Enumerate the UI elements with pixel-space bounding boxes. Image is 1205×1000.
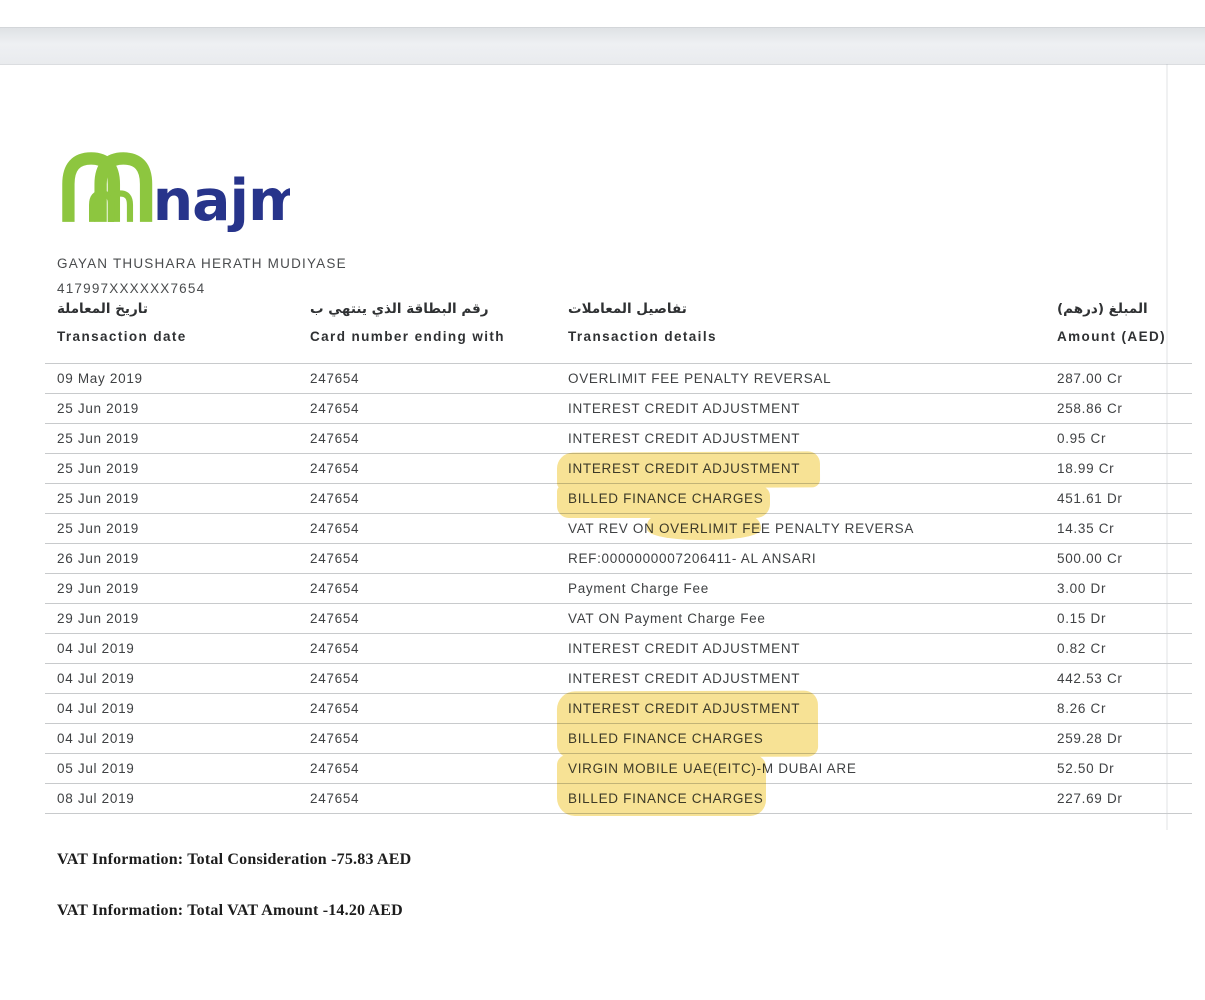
amount-cell: 3.00 Dr (1057, 574, 1106, 603)
header-transaction-date: تاريخ المعاملة Transaction date (57, 298, 187, 349)
amount-cell: 227.69 Dr (1057, 784, 1123, 813)
transaction-date-cell: 25 Jun 2019 (57, 454, 139, 483)
card-number-masked: 417997XXXXXX7654 (57, 281, 205, 296)
header-card-number-english: Card number ending with (310, 325, 505, 349)
card-number-cell: 247654 (310, 604, 359, 633)
header-amount-arabic: المبلغ (درهم) (1057, 298, 1166, 320)
table-row: 29 Jun 2019 247654 VAT ON Payment Charge… (45, 604, 1192, 634)
table-row: 26 Jun 2019 247654 REF:0000000007206411-… (45, 544, 1192, 574)
card-number-cell: 247654 (310, 514, 359, 543)
najm-arch-icon (68, 158, 146, 221)
amount-cell: 18.99 Cr (1057, 454, 1114, 483)
transaction-details-cell: VAT ON Payment Charge Fee (568, 604, 766, 633)
vat-total-vat-amount: VAT Information: Total VAT Amount -14.20… (57, 902, 403, 920)
card-number-cell: 247654 (310, 754, 359, 783)
vat-total-consideration: VAT Information: Total Consideration -75… (57, 851, 411, 869)
card-number-cell: 247654 (310, 484, 359, 513)
table-row: 25 Jun 2019 247654 INTEREST CREDIT ADJUS… (45, 394, 1192, 424)
table-row: 25 Jun 2019 247654 INTEREST CREDIT ADJUS… (45, 424, 1192, 454)
card-number-cell: 247654 (310, 694, 359, 723)
transaction-details-cell: REF:0000000007206411- AL ANSARI (568, 544, 816, 573)
top-gray-band (0, 27, 1205, 65)
transaction-details-cell: BILLED FINANCE CHARGES (568, 484, 763, 513)
table-row: 04 Jul 2019 247654 INTEREST CREDIT ADJUS… (45, 634, 1192, 664)
header-transaction-date-arabic: تاريخ المعاملة (57, 298, 187, 320)
najm-logo-text: najm (153, 168, 290, 234)
transaction-date-cell: 25 Jun 2019 (57, 484, 139, 513)
amount-cell: 0.95 Cr (1057, 424, 1106, 453)
transaction-details-cell: INTEREST CREDIT ADJUSTMENT (568, 634, 800, 663)
transaction-details-cell: BILLED FINANCE CHARGES (568, 724, 763, 753)
amount-cell: 8.26 Cr (1057, 694, 1106, 723)
transaction-date-cell: 25 Jun 2019 (57, 424, 139, 453)
header-card-number: رقم البطاقة الذي ينتهي ب Card number end… (310, 298, 505, 349)
najm-logo-graphic: najm (58, 146, 290, 241)
transaction-details-cell: OVERLIMIT FEE PENALTY REVERSAL (568, 364, 831, 393)
card-number-cell: 247654 (310, 424, 359, 453)
card-number-cell: 247654 (310, 634, 359, 663)
amount-cell: 442.53 Cr (1057, 664, 1123, 693)
table-row: 25 Jun 2019 247654 BILLED FINANCE CHARGE… (45, 484, 1192, 514)
amount-cell: 0.15 Dr (1057, 604, 1106, 633)
card-number-cell: 247654 (310, 544, 359, 573)
header-amount-english: Amount (AED) (1057, 325, 1166, 349)
card-number-cell: 247654 (310, 454, 359, 483)
transaction-details-cell: BILLED FINANCE CHARGES (568, 784, 763, 813)
transaction-date-cell: 09 May 2019 (57, 364, 143, 393)
amount-cell: 259.28 Dr (1057, 724, 1123, 753)
table-header-row: تاريخ المعاملة Transaction date رقم البط… (45, 298, 1192, 363)
transaction-details-cell: INTEREST CREDIT ADJUSTMENT (568, 394, 800, 423)
amount-cell: 287.00 Cr (1057, 364, 1123, 393)
table-body: 09 May 2019 247654 OVERLIMIT FEE PENALTY… (45, 363, 1192, 814)
card-number-cell: 247654 (310, 664, 359, 693)
table-row: 25 Jun 2019 247654 VAT REV ON OVERLIMIT … (45, 514, 1192, 544)
transaction-date-cell: 04 Jul 2019 (57, 634, 135, 663)
amount-cell: 0.82 Cr (1057, 634, 1106, 663)
transaction-details-cell: VAT REV ON OVERLIMIT FEE PENALTY REVERSA (568, 514, 914, 543)
header-card-number-arabic: رقم البطاقة الذي ينتهي ب (310, 298, 505, 320)
table-row: 08 Jul 2019 247654 BILLED FINANCE CHARGE… (45, 784, 1192, 814)
header-amount: المبلغ (درهم) Amount (AED) (1057, 298, 1166, 349)
header-transaction-date-english: Transaction date (57, 325, 187, 349)
card-number-cell: 247654 (310, 724, 359, 753)
transaction-date-cell: 26 Jun 2019 (57, 544, 139, 573)
amount-cell: 451.61 Dr (1057, 484, 1123, 513)
transaction-details-cell: Payment Charge Fee (568, 574, 709, 603)
amount-cell: 52.50 Dr (1057, 754, 1114, 783)
najm-logo: najm (58, 146, 290, 241)
transaction-date-cell: 04 Jul 2019 (57, 664, 135, 693)
table-row: 04 Jul 2019 247654 INTEREST CREDIT ADJUS… (45, 694, 1192, 724)
card-number-cell: 247654 (310, 364, 359, 393)
transaction-date-cell: 08 Jul 2019 (57, 784, 135, 813)
table-row: 05 Jul 2019 247654 VIRGIN MOBILE UAE(EIT… (45, 754, 1192, 784)
transaction-date-cell: 25 Jun 2019 (57, 514, 139, 543)
transaction-date-cell: 04 Jul 2019 (57, 694, 135, 723)
amount-cell: 258.86 Cr (1057, 394, 1123, 423)
transaction-details-cell: INTEREST CREDIT ADJUSTMENT (568, 454, 800, 483)
transactions-table: تاريخ المعاملة Transaction date رقم البط… (45, 298, 1192, 814)
table-row: 04 Jul 2019 247654 BILLED FINANCE CHARGE… (45, 724, 1192, 754)
table-row: 04 Jul 2019 247654 INTEREST CREDIT ADJUS… (45, 664, 1192, 694)
header-transaction-details-english: Transaction details (568, 325, 717, 349)
cardholder-name: GAYAN THUSHARA HERATH MUDIYASE (57, 256, 347, 271)
transaction-date-cell: 04 Jul 2019 (57, 724, 135, 753)
amount-cell: 14.35 Cr (1057, 514, 1114, 543)
transaction-details-cell: INTEREST CREDIT ADJUSTMENT (568, 424, 800, 453)
transaction-date-cell: 05 Jul 2019 (57, 754, 135, 783)
transaction-date-cell: 29 Jun 2019 (57, 574, 139, 603)
transaction-date-cell: 29 Jun 2019 (57, 604, 139, 633)
table-row: 25 Jun 2019 247654 INTEREST CREDIT ADJUS… (45, 454, 1192, 484)
transaction-date-cell: 25 Jun 2019 (57, 394, 139, 423)
card-number-cell: 247654 (310, 784, 359, 813)
card-number-cell: 247654 (310, 574, 359, 603)
transaction-details-cell: VIRGIN MOBILE UAE(EITC)-M DUBAI ARE (568, 754, 857, 783)
header-transaction-details: تفاصيل المعاملات Transaction details (568, 298, 717, 349)
table-row: 29 Jun 2019 247654 Payment Charge Fee 3.… (45, 574, 1192, 604)
amount-cell: 500.00 Cr (1057, 544, 1123, 573)
table-row: 09 May 2019 247654 OVERLIMIT FEE PENALTY… (45, 364, 1192, 394)
transaction-details-cell: INTEREST CREDIT ADJUSTMENT (568, 664, 800, 693)
transaction-details-cell: INTEREST CREDIT ADJUSTMENT (568, 694, 800, 723)
header-transaction-details-arabic: تفاصيل المعاملات (568, 298, 717, 320)
card-number-cell: 247654 (310, 394, 359, 423)
